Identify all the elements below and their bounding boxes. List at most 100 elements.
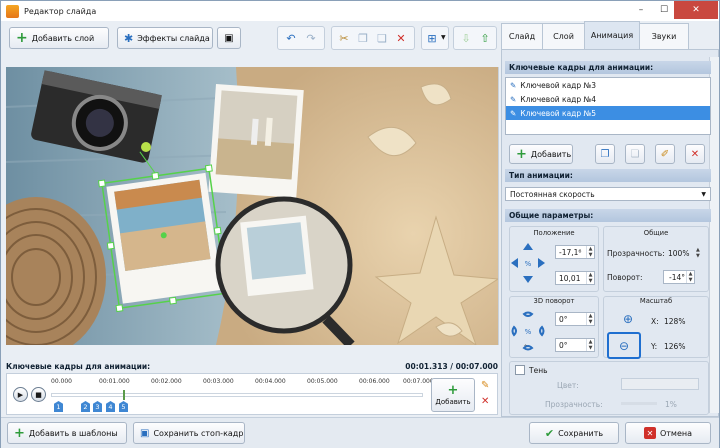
keyframe-marker[interactable]: 3 [93, 401, 102, 412]
cut-icon[interactable]: ✂ [335, 29, 353, 47]
rotation-field[interactable]: -14° ▲ ▼ [663, 270, 695, 284]
plus-icon: + [16, 30, 28, 46]
bottom-bar: + Добавить в шаблоны ▣ Сохранить стоп-ка… [1, 417, 719, 448]
keyframe-marker[interactable]: 5 [119, 401, 128, 412]
slide-effects-button[interactable]: ✱ Эффекты слайда [117, 27, 213, 49]
copy-icon[interactable]: ❐ [354, 29, 372, 47]
copy-keyframe-button[interactable]: ❐ [595, 144, 615, 164]
scale-y-label: Y: [651, 342, 658, 351]
rotation-3d-b-field[interactable]: 0° ▲ ▼ [555, 338, 595, 352]
slide-preview [6, 67, 498, 345]
keyframe-marker[interactable]: 4 [106, 401, 115, 412]
redo-icon[interactable]: ↷ [302, 29, 320, 47]
check-icon: ✔ [544, 426, 555, 440]
scale-x-label: X: [651, 317, 659, 326]
brush-icon: ✐ [660, 148, 670, 160]
delete-icon[interactable]: ✕ [481, 396, 489, 407]
scale-x-field[interactable]: 128% [661, 314, 699, 328]
keyframe-marker[interactable]: 1 [54, 401, 63, 412]
list-item[interactable]: ✎ Ключевой кадр №3 [506, 78, 710, 92]
shadow-color-picker[interactable] [621, 378, 699, 390]
timeline-ruler: 00.000 00:01.000 00:02.000 00:03.000 00:… [51, 378, 434, 400]
keyframe-marker[interactable]: 2 [81, 401, 90, 412]
align-icon[interactable]: ⊞ [423, 29, 441, 47]
tab-layer[interactable]: Слой [542, 23, 585, 49]
list-item[interactable]: ✎ Ключевой кадр №4 [506, 92, 710, 106]
save-still-button[interactable]: ▣ Сохранить стоп-кадр [133, 422, 245, 444]
camera-button[interactable]: ▣ [217, 27, 241, 49]
tick-label: 00:02.000 [151, 378, 182, 385]
timeline-add-button[interactable]: + Добавить [431, 378, 475, 412]
list-item-selected[interactable]: ✎ Ключевой кадр №5 [506, 106, 710, 120]
tick-label: 00.000 [51, 378, 72, 385]
window-title: Редактор слайда [24, 6, 97, 16]
close-button[interactable]: ✕ [674, 1, 718, 19]
cancel-label: Отмена [659, 428, 693, 438]
cancel-icon: ✕ [643, 427, 656, 439]
spinner-arrows[interactable]: ▲ ▼ [586, 313, 594, 325]
slide-canvas[interactable] [6, 67, 498, 345]
app-icon [6, 4, 19, 18]
plus-icon: + [516, 146, 527, 162]
delete-icon: ✕ [690, 148, 700, 160]
animation-type-select[interactable]: Постоянная скорость ▼ [505, 187, 711, 201]
opacity-field[interactable]: 100% [665, 246, 695, 260]
rotation-3d-a-value: 0° [559, 314, 568, 324]
shadow-opacity-slider[interactable] [621, 402, 657, 405]
pin-icon: ✎ [510, 94, 517, 104]
save-button[interactable]: ✔ Сохранить [529, 422, 619, 444]
scale-label: Масштаб [639, 297, 673, 305]
play-button[interactable]: ▶ [13, 387, 28, 402]
tab-animation[interactable]: Анимация [584, 21, 640, 49]
position-y-field[interactable]: 10,01 ▲ ▼ [555, 271, 595, 285]
collapse-chevron-icon[interactable]: ⌃ [523, 344, 528, 351]
tab-slide[interactable]: Слайд [501, 23, 543, 49]
keyframes-list[interactable]: ✎ Ключевой кадр №3 ✎ Ключевой кадр №4 ✎ Клю… [505, 77, 711, 135]
timeline-track[interactable] [51, 393, 423, 397]
rotation-3d-a-field[interactable]: 0° ▲ ▼ [555, 312, 595, 326]
paste-icon: ❏ [630, 148, 640, 160]
chevron-down-icon[interactable]: ▼ [441, 34, 446, 41]
save-template-label: Добавить в шаблоны [28, 428, 118, 438]
spinner-arrows[interactable]: ▲ ▼ [586, 339, 594, 351]
timeline-title: Ключевые кадры для анимации: [6, 361, 151, 371]
timeline[interactable]: ▶ ■ 00.000 00:01.000 00:02.000 00:03.000… [6, 373, 498, 415]
paste-icon[interactable]: ❏ [373, 29, 391, 47]
delete-icon[interactable]: ✕ [392, 29, 410, 47]
stop-button[interactable]: ■ [31, 387, 46, 402]
svg-text:%: % [525, 328, 532, 336]
spinner-arrows[interactable]: ▲ ▼ [586, 246, 594, 258]
zoom-out-icon[interactable]: ⊖ [607, 332, 641, 359]
common-label: Общие [643, 229, 669, 237]
scale-y-field[interactable]: 126% [661, 339, 699, 353]
shadow-opacity-label: Прозрачность: [545, 400, 603, 409]
spinner-arrows[interactable]: ▲ ▼ [686, 271, 694, 283]
general-params-title: Общие параметры: [505, 209, 711, 222]
add-layer-button[interactable]: + Добавить слой [9, 27, 109, 49]
zoom-in-icon[interactable]: ⊕ [617, 309, 639, 329]
undo-icon[interactable]: ↶ [282, 29, 300, 47]
move-down-icon[interactable]: ⇩ [457, 29, 475, 47]
plus-icon: + [14, 425, 25, 441]
position-arrows: % [511, 243, 545, 283]
delete-keyframe-button[interactable]: ✕ [685, 144, 705, 164]
rotation-value: -14° [669, 272, 685, 282]
align-group: ⊞ ▼ [421, 26, 449, 50]
slide-effects-label: Эффекты слайда [137, 33, 210, 43]
add-keyframe-button[interactable]: + Добавить [509, 144, 573, 164]
position-x-field[interactable]: -17,1⁶ ▲ ▼ [555, 245, 595, 259]
edit-icon[interactable]: ✎ [481, 380, 489, 391]
spinner-arrows[interactable]: ▲ ▼ [696, 247, 700, 259]
tab-sounds[interactable]: Звуки [639, 23, 689, 49]
paste-keyframe-button[interactable]: ❏ [625, 144, 645, 164]
cancel-button[interactable]: ✕ Отмена [625, 422, 711, 444]
playhead[interactable] [123, 390, 125, 400]
shadow-checkbox[interactable] [515, 365, 525, 375]
keyframe-item-label: Ключевой кадр №3 [520, 80, 597, 90]
clear-keyframe-button[interactable]: ✐ [655, 144, 675, 164]
spinner-arrows[interactable]: ▲ ▼ [586, 272, 594, 284]
slide-editor-window: Редактор слайда – ☐ ✕ + Добавить слой ✱ … [0, 0, 720, 448]
move-up-icon[interactable]: ⇧ [476, 29, 494, 47]
rotate-handle[interactable] [141, 142, 151, 152]
save-template-button[interactable]: + Добавить в шаблоны [7, 422, 127, 444]
